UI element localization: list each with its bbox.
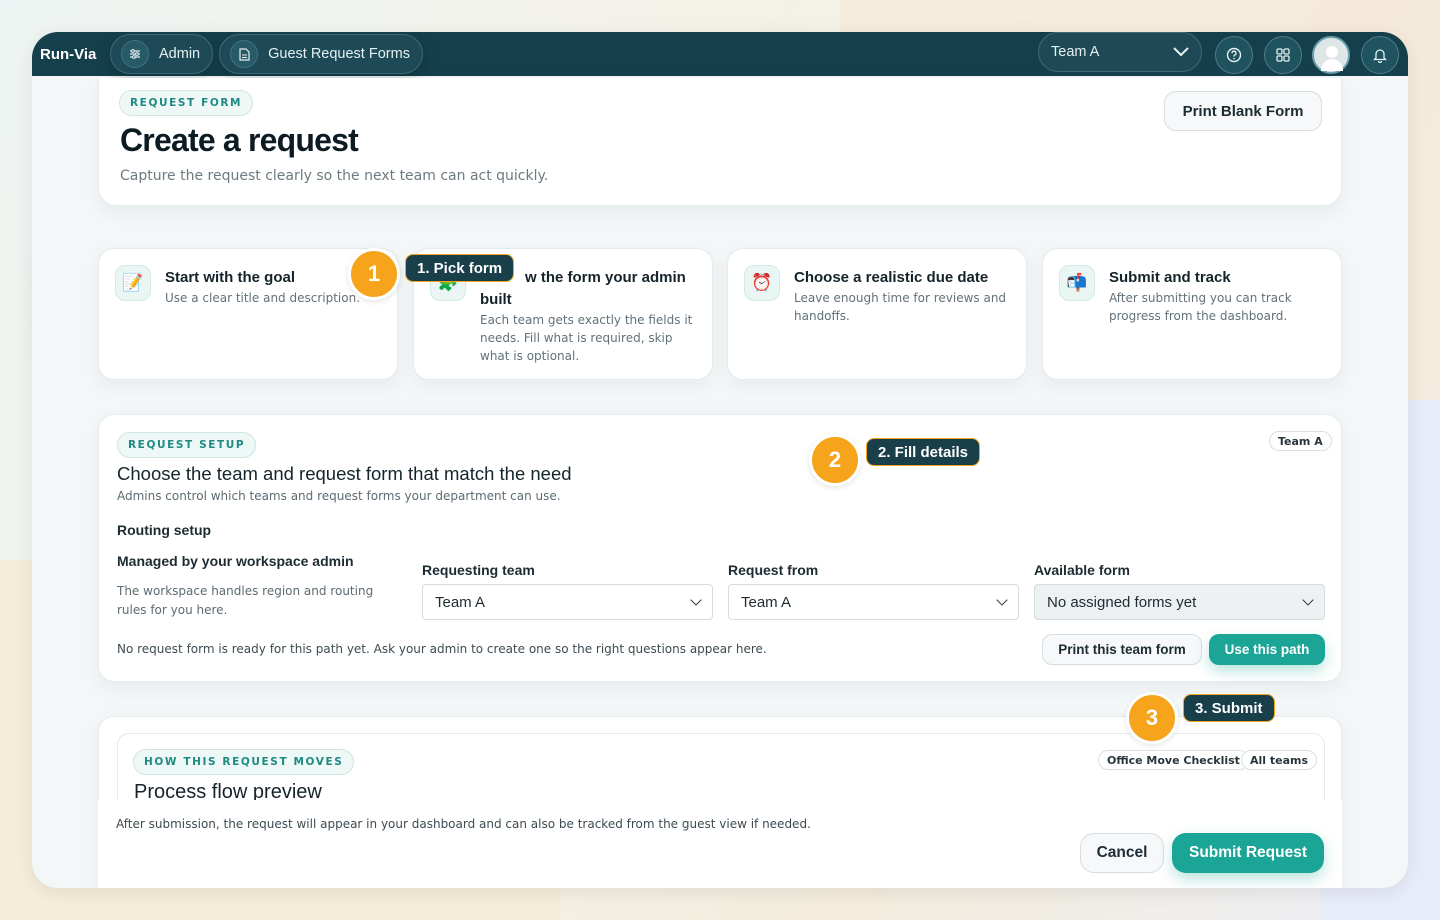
flow-preview-panel: HOW THIS REQUEST MOVES Office Move Check… <box>117 733 1325 803</box>
breadcrumb-guest-request-forms[interactable]: Guest Request Forms <box>219 34 423 74</box>
requesting-team-label: Requesting team <box>422 562 535 578</box>
submit-footer: After submission, the request will appea… <box>98 800 1342 888</box>
page-subtitle: Capture the request clearly so the next … <box>120 168 549 184</box>
request-header-card: REQUEST FORM Create a request Capture th… <box>98 78 1342 206</box>
select-value: Team A <box>741 593 792 611</box>
step-title: Submit and track <box>1109 269 1231 286</box>
step-card-submit: 📬 Submit and track After submitting you … <box>1042 248 1342 380</box>
submit-request-button[interactable]: Submit Request <box>1172 833 1324 873</box>
guide-marker-2: 2 <box>809 434 861 486</box>
step-title: Choose a realistic due date <box>794 269 989 286</box>
team-selector[interactable]: Team A <box>1038 32 1202 72</box>
alarm-clock-icon: ⏰ <box>744 265 780 301</box>
request-from-label: Request from <box>728 562 819 578</box>
step-description: Each team gets exactly the fields it nee… <box>480 313 693 363</box>
requesting-team-select[interactable]: Team A <box>422 584 713 620</box>
chevron-down-icon <box>1302 594 1314 606</box>
print-blank-form-button[interactable]: Print Blank Form <box>1164 91 1322 131</box>
guide-callout-fill-details: 2. Fill details <box>866 438 981 466</box>
apps-grid-icon <box>1276 48 1290 62</box>
routing-heading: Routing setup <box>117 522 212 538</box>
flow-chip-office-move: Office Move Checklist <box>1098 750 1249 770</box>
no-form-notice: No request form is ready for this path y… <box>117 642 767 656</box>
flow-tag: HOW THIS REQUEST MOVES <box>133 749 355 775</box>
chevron-down-icon <box>690 594 702 606</box>
flow-chip-all-teams: All teams <box>1241 750 1318 770</box>
avatar[interactable] <box>1312 36 1350 74</box>
request-form-tag: REQUEST FORM <box>119 90 254 116</box>
setup-title: Choose the team and request form that ma… <box>117 463 572 484</box>
apps-button[interactable] <box>1264 36 1302 74</box>
page-title: Create a request <box>120 122 359 158</box>
guide-marker-3: 3 <box>1126 692 1178 744</box>
request-from-select[interactable]: Team A <box>728 584 1019 620</box>
guide-callout-pick-form: 1. Pick form <box>405 254 515 282</box>
chevron-down-icon <box>996 594 1008 606</box>
bell-icon <box>1373 49 1387 63</box>
breadcrumb-admin[interactable]: Admin <box>110 34 214 74</box>
step-description: After submitting you can track progress … <box>1109 291 1292 323</box>
print-team-form-button[interactable]: Print this team form <box>1042 634 1202 665</box>
app-window: Run-Via Admin Guest Request Forms Team A <box>32 32 1408 888</box>
step-title: Start with the goal <box>165 269 296 286</box>
notifications-button[interactable] <box>1361 36 1399 74</box>
select-value: Team A <box>435 593 486 611</box>
brand-logo[interactable]: Run-Via <box>40 46 110 63</box>
step-description: Leave enough time for reviews and handof… <box>794 291 1007 323</box>
top-nav-bar: Run-Via Admin Guest Request Forms Team A <box>32 32 1408 76</box>
breadcrumb-label: Admin <box>159 46 201 62</box>
help-button[interactable] <box>1215 36 1253 74</box>
team-badge: Team A <box>1269 431 1332 451</box>
select-value: No assigned forms yet <box>1047 593 1197 611</box>
team-selector-value: Team A <box>1051 44 1100 60</box>
use-this-path-button[interactable]: Use this path <box>1209 634 1325 665</box>
step-card-due-date: ⏰ Choose a realistic due date Leave enou… <box>727 248 1027 380</box>
setup-subtitle: Admins control which teams and request f… <box>117 489 561 503</box>
managed-description: The workspace handles region and routing… <box>117 584 374 617</box>
memo-icon: 📝 <box>115 265 151 301</box>
chevron-down-icon <box>1173 47 1189 57</box>
cancel-button[interactable]: Cancel <box>1080 833 1164 873</box>
document-icon <box>230 40 259 68</box>
available-form-select[interactable]: No assigned forms yet <box>1034 584 1325 620</box>
request-setup-tag: REQUEST SETUP <box>117 432 257 458</box>
footer-note: After submission, the request will appea… <box>116 817 811 831</box>
mailbox-icon: 📬 <box>1059 265 1095 301</box>
step-description: Use a clear title and description. <box>165 291 361 305</box>
managed-title: Managed by your workspace admin <box>117 553 354 569</box>
request-setup-card: REQUEST SETUP Team A Choose the team and… <box>98 414 1342 682</box>
guide-marker-1: 1 <box>348 248 400 300</box>
available-form-label: Available form <box>1034 562 1130 578</box>
sliders-icon <box>121 40 149 68</box>
help-icon <box>1226 47 1242 63</box>
guide-callout-submit: 3. Submit <box>1183 694 1275 722</box>
breadcrumb-label: Guest Request Forms <box>268 46 410 62</box>
